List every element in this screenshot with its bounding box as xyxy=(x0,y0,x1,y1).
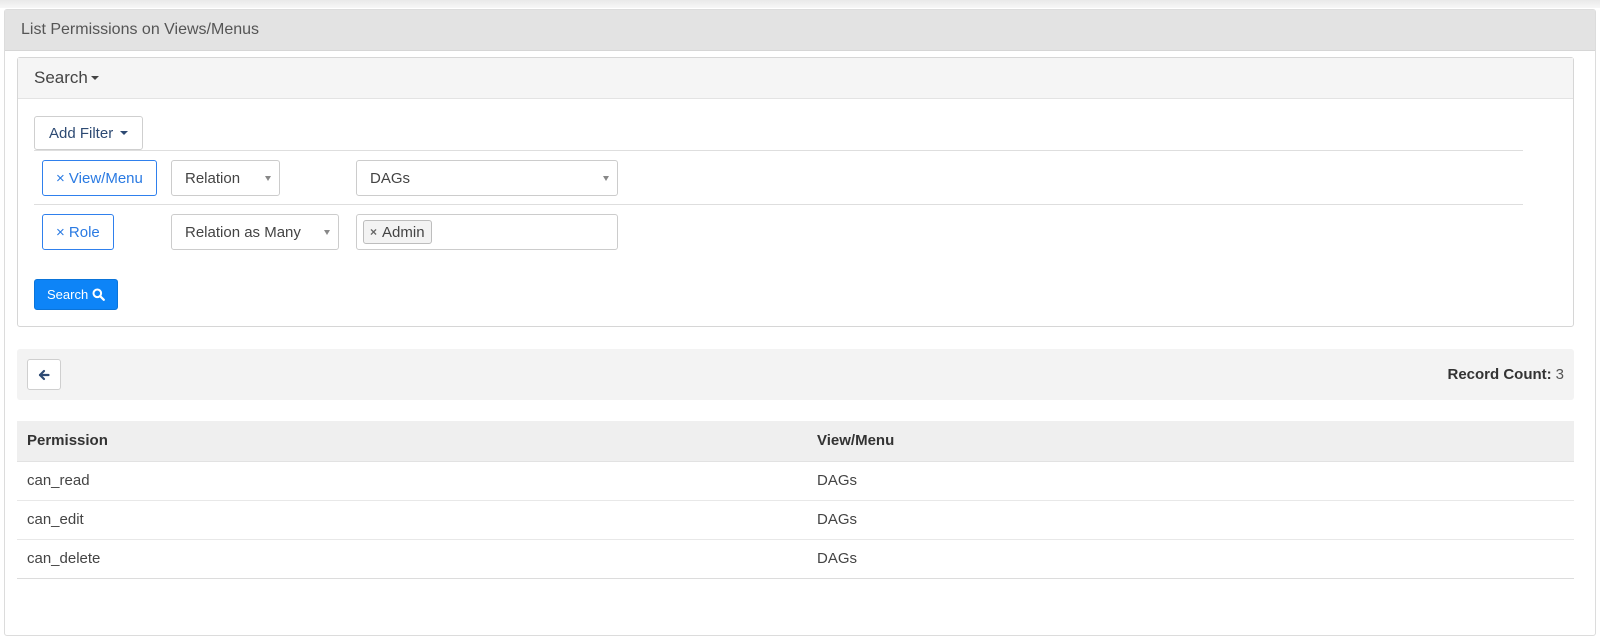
filter-row-role: × Role Relation as Many × Admin xyxy=(34,204,1523,258)
list-toolbar: Record Count: 3 xyxy=(17,349,1574,400)
top-bar-shadow xyxy=(0,0,1600,8)
column-header-view-menu[interactable]: View/Menu xyxy=(807,421,1574,462)
cell-permission: can_edit xyxy=(17,500,807,540)
cell-permission: can_delete xyxy=(17,539,807,579)
cell-view-menu: DAGs xyxy=(807,461,1574,501)
caret-down-icon xyxy=(120,131,129,135)
column-header-permission[interactable]: Permission xyxy=(17,421,807,462)
filter-operator-value: Relation as Many xyxy=(185,223,301,241)
dropdown-arrow-icon xyxy=(603,176,609,181)
search-panel-title: Search xyxy=(34,68,88,87)
filter-operator-select[interactable]: Relation as Many xyxy=(171,214,339,250)
back-button[interactable] xyxy=(27,359,61,390)
record-count-label: Record Count: xyxy=(1447,366,1552,383)
cell-view-menu: DAGs xyxy=(807,539,1574,579)
arrow-left-icon xyxy=(38,369,50,380)
caret-down-icon xyxy=(90,76,99,80)
selected-tag-admin: × Admin xyxy=(363,220,432,244)
table-row: can_read DAGs xyxy=(17,461,1574,501)
add-filter-label: Add Filter xyxy=(49,124,114,142)
search-icon xyxy=(92,288,106,301)
permissions-table: Permission View/Menu can_read DAGs can_e… xyxy=(17,421,1574,579)
filter-multi-value-input[interactable]: × Admin xyxy=(356,214,618,250)
table-row: can_delete DAGs xyxy=(17,539,1574,579)
remove-filter-role-button[interactable]: × Role xyxy=(42,214,114,250)
filter-value-select[interactable]: DAGs xyxy=(356,160,618,196)
table-header-row: Permission View/Menu xyxy=(17,421,1574,462)
filter-value: DAGs xyxy=(370,169,411,187)
page-title: List Permissions on Views/Menus xyxy=(5,10,1595,51)
search-button-label: Search xyxy=(47,287,89,302)
search-panel: Search Add Filter × View/Menu Relation D… xyxy=(17,57,1574,327)
record-count-value: 3 xyxy=(1555,366,1564,383)
tag-label: Admin xyxy=(382,223,425,241)
remove-tag-icon[interactable]: × xyxy=(370,225,377,239)
cell-permission: can_read xyxy=(17,461,807,501)
remove-filter-view-menu-button[interactable]: × View/Menu xyxy=(42,160,157,196)
table-row: can_edit DAGs xyxy=(17,500,1574,540)
search-button[interactable]: Search xyxy=(34,279,119,310)
filter-row-view-menu: × View/Menu Relation DAGs xyxy=(34,150,1523,204)
dropdown-arrow-icon xyxy=(265,176,271,181)
filter-operator-value: Relation xyxy=(185,169,241,187)
filter-operator-select[interactable]: Relation xyxy=(171,160,280,196)
search-panel-toggle[interactable]: Search xyxy=(18,58,1573,99)
record-count: Record Count: 3 xyxy=(1447,349,1564,400)
add-filter-button[interactable]: Add Filter xyxy=(34,116,144,150)
cell-view-menu: DAGs xyxy=(807,500,1574,540)
dropdown-arrow-icon xyxy=(324,230,330,235)
